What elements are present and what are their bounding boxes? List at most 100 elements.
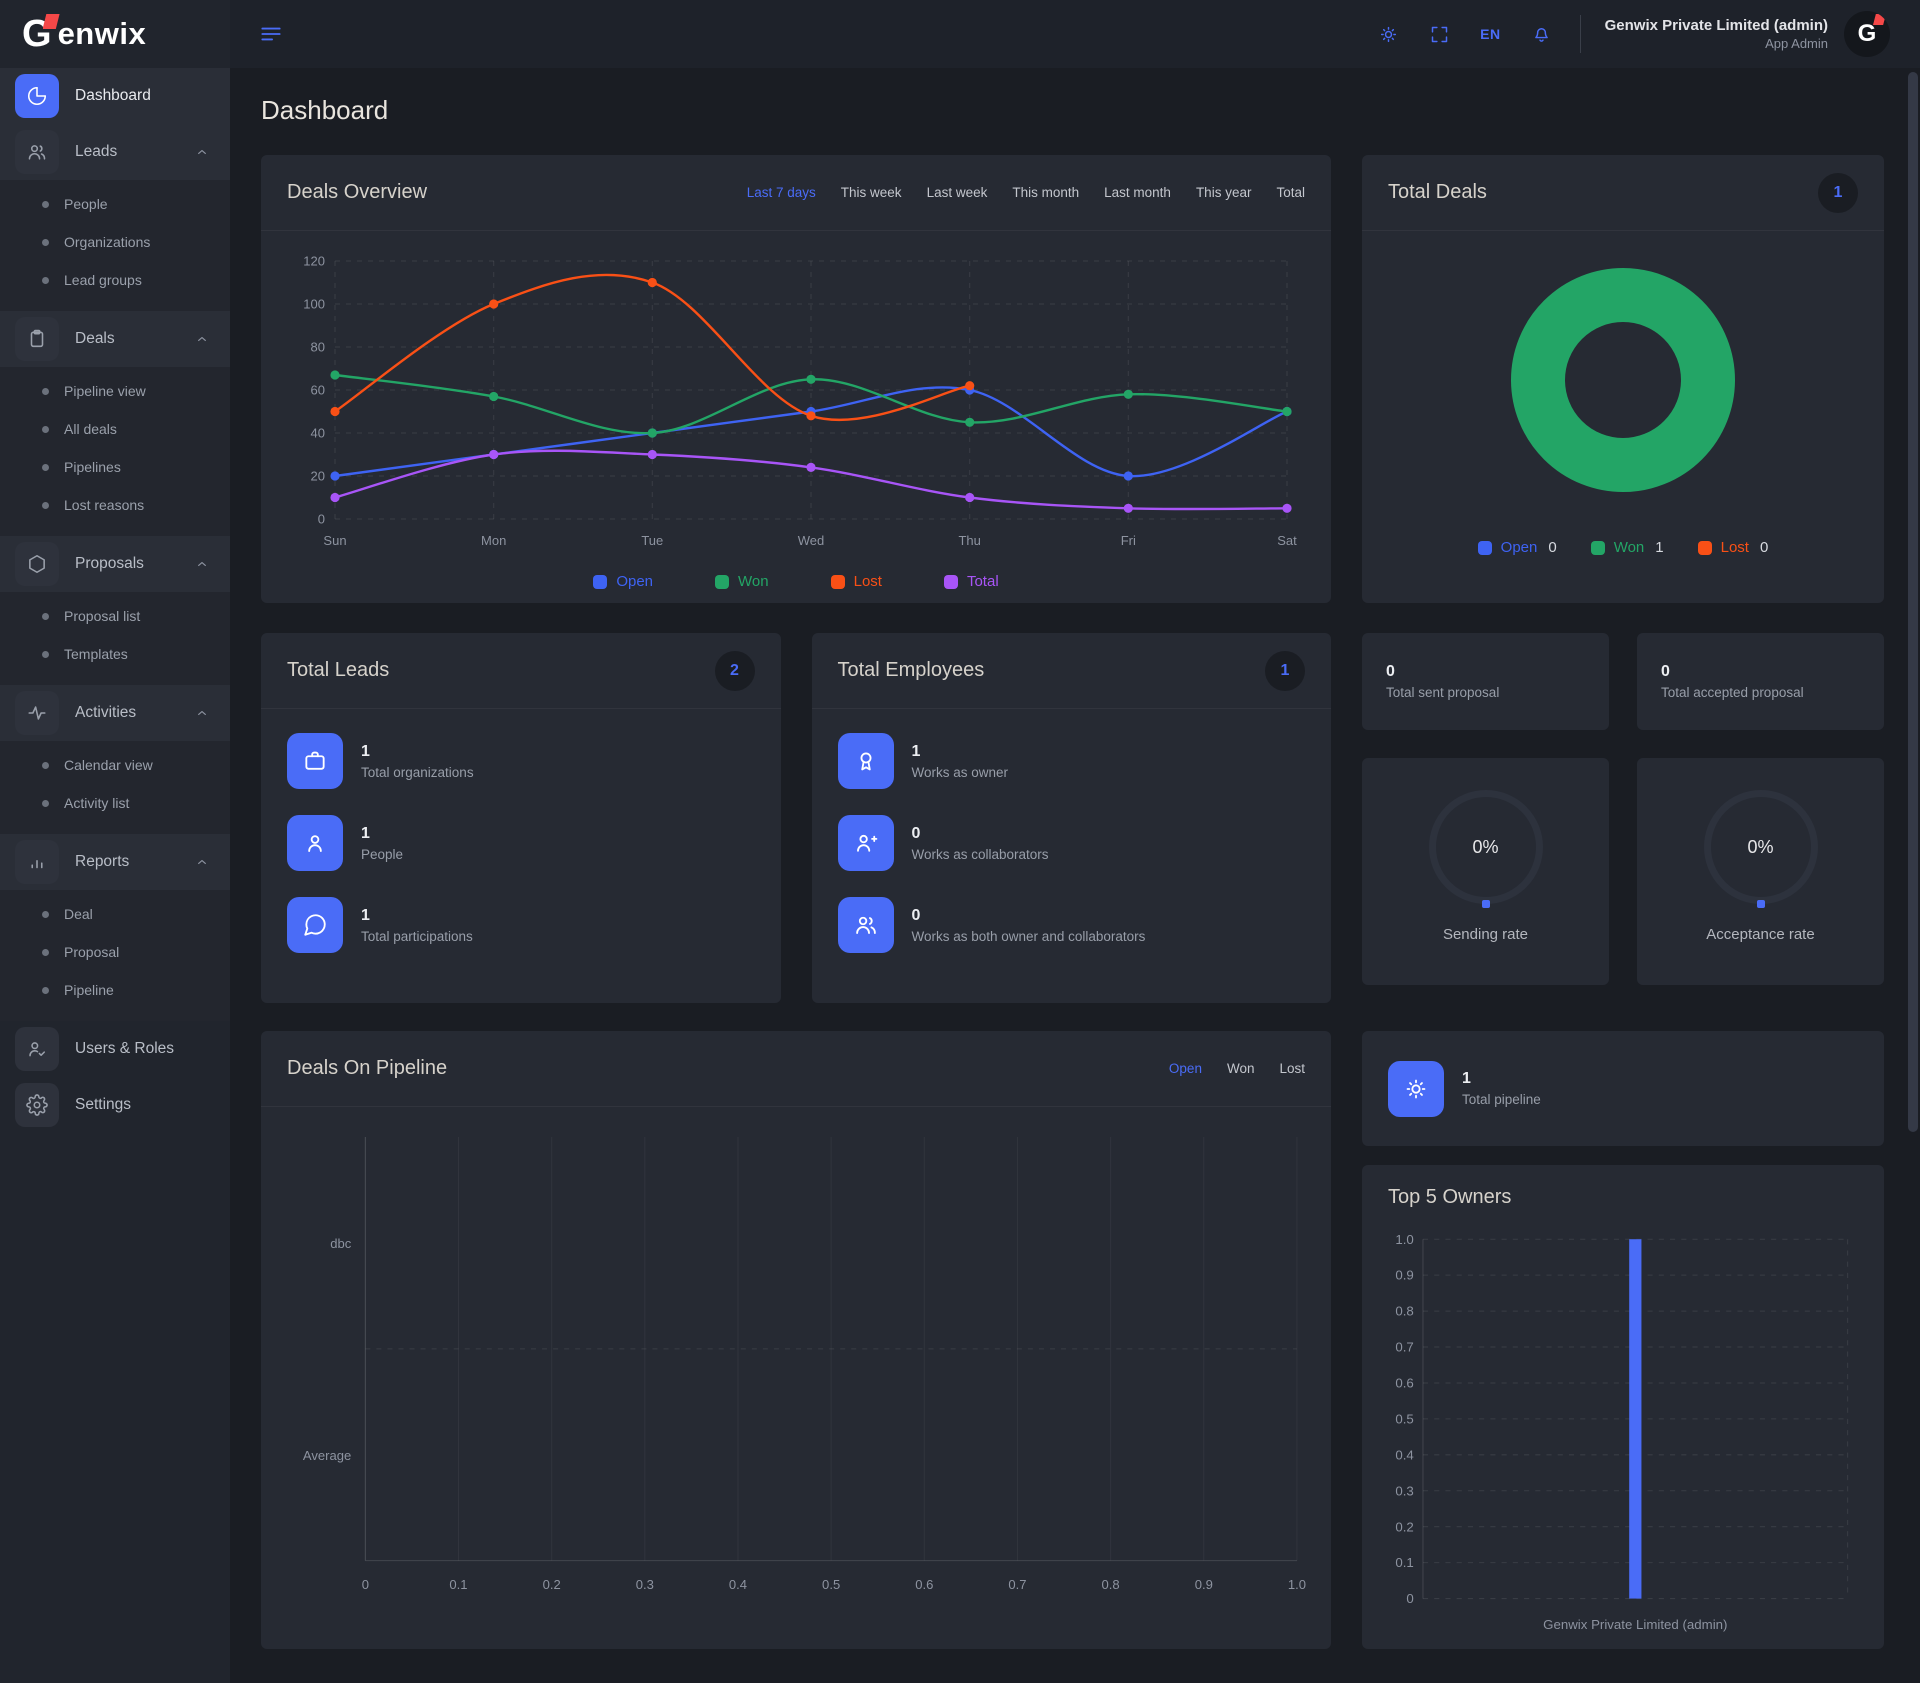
chevron-up-icon — [194, 705, 210, 721]
sidebar-subitem-label: Pipelines — [64, 459, 121, 475]
brightness-icon[interactable] — [1378, 24, 1399, 45]
bullet-icon — [42, 464, 49, 471]
language-switcher[interactable]: EN — [1480, 26, 1500, 42]
legend-count: 0 — [1760, 539, 1768, 556]
user-role: App Admin — [1605, 36, 1828, 51]
sidebar-subitem-pipelines[interactable]: Pipelines — [0, 448, 230, 486]
sidebar-subitem-people[interactable]: People — [0, 185, 230, 223]
app-root: G enwix DashboardLeadsPeopleOrganization… — [0, 0, 1920, 1683]
acceptance-rate-ring: 0% — [1704, 790, 1818, 904]
svg-text:Mon: Mon — [481, 533, 506, 548]
deals-overview-filter-last-7-days[interactable]: Last 7 days — [747, 185, 816, 200]
sidebar-item-reports[interactable]: Reports — [0, 834, 230, 890]
menu-icon[interactable] — [258, 21, 284, 47]
svg-text:80: 80 — [311, 340, 325, 355]
people-both-icon — [838, 897, 894, 953]
svg-text:0.3: 0.3 — [636, 1577, 654, 1592]
hexagon-icon — [15, 542, 59, 586]
sidebar-item-leads[interactable]: Leads — [0, 124, 230, 180]
legend-count: 0 — [1548, 539, 1556, 556]
deals-on-pipeline-filter-lost[interactable]: Lost — [1279, 1061, 1305, 1076]
stat-row-works-as-collaborators: 0Works as collaborators — [838, 815, 1306, 871]
donut-legend-item-lost[interactable]: Lost 0 — [1698, 539, 1769, 556]
brand-logo[interactable]: G enwix — [0, 0, 230, 68]
sidebar-item-label: Proposals — [75, 555, 178, 573]
deals-overview-filter-this-week[interactable]: This week — [841, 185, 902, 200]
deals-overview-card: Deals Overview Last 7 daysThis weekLast … — [261, 155, 1331, 603]
total-employees-badge: 1 — [1265, 651, 1305, 691]
legend-item-open[interactable]: Open — [593, 573, 653, 590]
sending-rate-value: 0% — [1472, 837, 1498, 858]
svg-text:Fri: Fri — [1121, 533, 1136, 548]
sidebar-subitem-label: Proposal — [64, 944, 119, 960]
accepted-proposal-card: 0 Total accepted proposal — [1637, 633, 1884, 730]
sidebar-subitem-pipeline[interactable]: Pipeline — [0, 971, 230, 1009]
deals-overview-filter-total[interactable]: Total — [1276, 185, 1305, 200]
svg-text:0.2: 0.2 — [1395, 1519, 1413, 1534]
legend-swatch — [831, 575, 845, 589]
sidebar-subitem-templates[interactable]: Templates — [0, 635, 230, 673]
bullet-icon — [42, 201, 49, 208]
page-scrollbar[interactable] — [1908, 72, 1918, 1132]
svg-text:0.4: 0.4 — [1395, 1447, 1413, 1462]
legend-label: Lost — [854, 573, 882, 590]
user-menu[interactable]: Genwix Private Limited (admin) App Admin — [1605, 17, 1828, 51]
sidebar-subitem-deal[interactable]: Deal — [0, 895, 230, 933]
deals-overview-filter-last-month[interactable]: Last month — [1104, 185, 1171, 200]
sidebar-item-dashboard[interactable]: Dashboard — [0, 68, 230, 124]
acceptance-rate-label: Acceptance rate — [1706, 926, 1814, 943]
sidebar-subitem-proposal-list[interactable]: Proposal list — [0, 597, 230, 635]
sent-proposal-card: 0 Total sent proposal — [1362, 633, 1609, 730]
sidebar-item-settings[interactable]: Settings — [0, 1077, 230, 1133]
svg-text:40: 40 — [311, 426, 325, 441]
sidebar-subitem-lost-reasons[interactable]: Lost reasons — [0, 486, 230, 524]
deals-overview-filter-last-week[interactable]: Last week — [927, 185, 988, 200]
avatar[interactable]: G — [1844, 11, 1890, 57]
sidebar-subitem-label: Pipeline view — [64, 383, 146, 399]
stat-label: Works as collaborators — [912, 847, 1049, 862]
stat-row-works-as-both-owner-and-collaborators: 0Works as both owner and collaborators — [838, 897, 1306, 953]
sidebar-subitem-proposal[interactable]: Proposal — [0, 933, 230, 971]
svg-text:0.4: 0.4 — [729, 1577, 747, 1592]
sidebar-item-deals[interactable]: Deals — [0, 311, 230, 367]
donut-legend-item-open[interactable]: Open0 — [1478, 539, 1557, 556]
sidebar-subitem-pipeline-view[interactable]: Pipeline view — [0, 372, 230, 410]
chevron-up-icon — [194, 144, 210, 160]
svg-text:Thu: Thu — [958, 533, 980, 548]
top-header: EN Genwix Private Limited (admin) App Ad… — [230, 0, 1920, 68]
sidebar-subitem-activity-list[interactable]: Activity list — [0, 784, 230, 822]
svg-text:Tue: Tue — [641, 533, 663, 548]
legend-item-total[interactable]: Total — [944, 573, 999, 590]
sidebar-subitem-label: Lead groups — [64, 272, 142, 288]
sidebar-subitem-all-deals[interactable]: All deals — [0, 410, 230, 448]
svg-text:0.6: 0.6 — [1395, 1376, 1413, 1391]
bullet-icon — [42, 800, 49, 807]
deals-on-pipeline-chart: 00.10.20.30.40.50.60.70.80.91.0dbcAverag… — [281, 1129, 1307, 1601]
legend-swatch — [1698, 541, 1712, 555]
fullscreen-icon[interactable] — [1429, 24, 1450, 45]
bell-icon[interactable] — [1531, 24, 1552, 45]
page-title: Dashboard — [261, 95, 1884, 126]
legend-item-won[interactable]: Won — [715, 573, 769, 590]
deals-overview-filter-this-month[interactable]: This month — [1012, 185, 1079, 200]
deals-overview-legend: Open Won Lost Total — [261, 563, 1331, 606]
sidebar-subitem-organizations[interactable]: Organizations — [0, 223, 230, 261]
svg-text:0: 0 — [318, 512, 325, 527]
sidebar-subgroup-deals: Pipeline view All deals Pipelines Lost reas… — [0, 367, 230, 536]
deals-on-pipeline-filter-open[interactable]: Open — [1169, 1061, 1202, 1076]
legend-swatch — [944, 575, 958, 589]
legend-label: Lost — [1721, 539, 1749, 556]
stat-value: 0 — [912, 907, 1146, 925]
legend-item-lost[interactable]: Lost — [831, 573, 882, 590]
sidebar-item-proposals[interactable]: Proposals — [0, 536, 230, 592]
sidebar-item-users-roles[interactable]: Users & Roles — [0, 1021, 230, 1077]
sidebar-item-activities[interactable]: Activities — [0, 685, 230, 741]
deals-overview-filter-this-year[interactable]: This year — [1196, 185, 1252, 200]
donut-legend-item-won[interactable]: Won1 — [1591, 539, 1664, 556]
total-deals-card: Total Deals 1 Open0Won1Lost0 — [1362, 155, 1884, 603]
deals-on-pipeline-filter-won[interactable]: Won — [1227, 1061, 1255, 1076]
sidebar-subitem-lead-groups[interactable]: Lead groups — [0, 261, 230, 299]
sidebar-subitem-calendar-view[interactable]: Calendar view — [0, 746, 230, 784]
legend-swatch — [1478, 541, 1492, 555]
chat-icon — [287, 897, 343, 953]
